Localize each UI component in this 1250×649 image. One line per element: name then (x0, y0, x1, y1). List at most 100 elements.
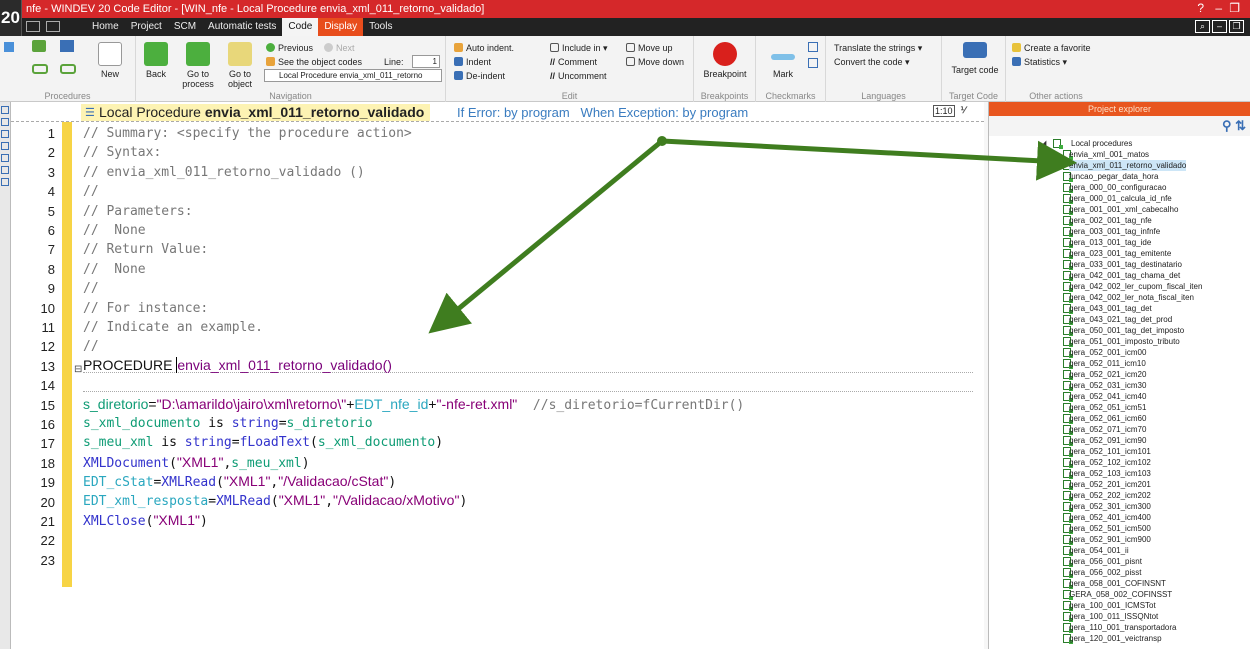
code-line-13[interactable]: PROCEDURE envia_xml_011_retorno_validado… (83, 357, 392, 373)
code-line-20[interactable]: EDT_xml_resposta=XMLRead("XML1","/Valida… (83, 492, 467, 509)
tab-scm[interactable]: SCM (168, 18, 202, 36)
comment-line[interactable]: // (83, 281, 99, 296)
mark-down-icon[interactable] (808, 58, 818, 68)
procedure-icon[interactable] (4, 42, 14, 52)
tree-item[interactable]: gera_013_001_tag_ide (1069, 237, 1151, 248)
comment-line[interactable]: // Indicate an example. (83, 320, 263, 335)
tool-icon[interactable] (1, 178, 9, 186)
tab-project[interactable]: Project (125, 18, 168, 36)
tool-icon[interactable] (1, 142, 9, 150)
tree-item[interactable]: gera_052_301_icm300 (1069, 501, 1151, 512)
tree-item[interactable]: gera_052_001_icm00 (1069, 347, 1146, 358)
fold-icon[interactable]: ⊟ (74, 364, 82, 375)
tree-item[interactable]: gera_033_001_tag_destinatario (1069, 259, 1182, 270)
auto-indent-button[interactable]: Auto indent. (454, 42, 514, 54)
save-icon[interactable] (60, 40, 74, 52)
tree-item[interactable]: gera_052_061_icm60 (1069, 413, 1146, 424)
error-handling[interactable]: If Error: by program When Exception: by … (457, 105, 748, 120)
target-code-button[interactable]: Target code (948, 42, 1002, 75)
sync-icon[interactable]: ⇅ (1235, 118, 1246, 133)
procedure-combo[interactable]: Local Procedure envia_xml_011_retorno (264, 69, 442, 82)
tree-item[interactable]: gera_058_001_COFINSNT (1069, 578, 1166, 589)
parameters-icon[interactable]: ⅟ (961, 105, 966, 117)
tab-automatic-tests[interactable]: Automatic tests (202, 18, 282, 36)
line-field[interactable]: 1 (412, 55, 440, 68)
breakpoint-button[interactable]: Breakpoint (700, 42, 750, 79)
tree-item[interactable]: gera_050_001_tag_det_imposto (1069, 325, 1184, 336)
tab-display[interactable]: Display (318, 18, 364, 36)
tool-icon[interactable] (1, 118, 9, 126)
comment-line[interactable]: // None (83, 223, 146, 238)
global-procedure-icon[interactable] (32, 40, 46, 52)
comment-line[interactable]: // (83, 184, 99, 199)
tool-icon[interactable] (1, 166, 9, 174)
search-icon[interactable]: ⌕ (1195, 20, 1210, 33)
search-icon[interactable]: ⚲ (1222, 118, 1232, 133)
collapse-icon[interactable]: ◢ (1041, 139, 1046, 147)
tool-icon[interactable] (1, 154, 9, 162)
code-line-18[interactable]: XMLDocument("XML1",s_meu_xml) (83, 454, 310, 471)
mdi-restore-icon[interactable]: ❐ (1229, 20, 1244, 33)
comment-line[interactable]: // envia_xml_011_retorno_validado () (83, 165, 365, 180)
tab-code[interactable]: Code (282, 18, 319, 36)
mdi-minimize-icon[interactable]: – (1212, 20, 1227, 33)
tree-item[interactable]: GERA_058_002_COFINSST (1069, 589, 1172, 600)
tree-item[interactable]: gera_001_001_xml_cabecalho (1069, 204, 1178, 215)
code-line-15[interactable]: s_diretorio="D:\amarildo\jairo\xml\retor… (83, 396, 744, 413)
tree-item[interactable]: gera_052_201_icm201 (1069, 479, 1151, 490)
panel-icon[interactable] (46, 21, 60, 32)
set-icon[interactable] (60, 64, 76, 74)
help-icon[interactable]: ? (1197, 2, 1204, 15)
comment-line[interactable]: // None (83, 262, 146, 277)
create-favorite-button[interactable]: Create a favorite (1012, 42, 1091, 54)
tree-item[interactable]: gera_056_001_pisnt (1069, 556, 1142, 567)
code-line-19[interactable]: EDT_cStat=XMLRead("XML1","/Validacao/cSt… (83, 473, 396, 490)
tree-item[interactable]: gera_052_101_icm101 (1069, 446, 1151, 457)
tab-home[interactable]: Home (86, 18, 125, 36)
previous-button[interactable]: Previous (266, 42, 313, 54)
tree-item[interactable]: gera_056_002_pisst (1069, 567, 1142, 578)
tree-item[interactable]: gera_043_001_tag_det (1069, 303, 1152, 314)
code-line-16[interactable]: s_xml_documento is string=s_diretorio (83, 416, 373, 431)
tree-item[interactable]: gera_052_202_icm202 (1069, 490, 1151, 501)
comment-line[interactable]: // Syntax: (83, 145, 161, 160)
tree-item[interactable]: gera_042_002_ler_nota_fiscal_iten (1069, 292, 1194, 303)
tree-root[interactable]: Local procedures (1071, 138, 1132, 149)
new-button[interactable]: New (96, 42, 124, 79)
code-editor[interactable]: ☰ Local Procedure envia_xml_011_retorno_v… (11, 102, 984, 649)
translate-button[interactable]: Translate the strings ▾ (834, 42, 922, 54)
mark-button[interactable]: Mark (768, 42, 798, 79)
tree-item[interactable]: gera_052_501_icm500 (1069, 523, 1151, 534)
tree-item[interactable]: envia_xml_011_retorno_validado (1069, 160, 1187, 171)
tree-item[interactable]: gera_100_011_ISSQNtot (1069, 611, 1158, 622)
tree-item[interactable]: gera_000_00_configuracao (1069, 182, 1166, 193)
indent-button[interactable]: Indent (454, 56, 491, 68)
tree-item[interactable]: gera_043_021_tag_det_prod (1069, 314, 1172, 325)
move-down-button[interactable]: Move down (626, 56, 684, 68)
class-icon[interactable] (32, 64, 48, 74)
include-in-button[interactable]: Include in ▾ (550, 42, 608, 54)
convert-button[interactable]: Convert the code ▾ (834, 56, 910, 68)
tree-item[interactable]: gera_023_001_tag_emitente (1069, 248, 1171, 259)
tree-item[interactable]: gera_054_001_ii (1069, 545, 1129, 556)
statistics-button[interactable]: Statistics ▾ (1012, 56, 1067, 68)
comment-line[interactable]: // Parameters: (83, 204, 193, 219)
comment-line[interactable]: // Return Value: (83, 242, 208, 257)
code-line-21[interactable]: XMLClose("XML1") (83, 512, 208, 529)
tree-item[interactable]: gera_052_031_icm30 (1069, 380, 1146, 391)
tree-item[interactable]: gera_042_002_ler_cupom_fiscal_iten (1069, 281, 1202, 292)
back-button[interactable]: Back (144, 42, 168, 79)
tree-item[interactable]: gera_052_401_icm400 (1069, 512, 1151, 523)
goto-object-button[interactable]: Go to object (224, 42, 256, 89)
goto-process-button[interactable]: Go to process (180, 42, 216, 89)
code-line-17[interactable]: s_meu_xml is string=fLoadText(s_xml_docu… (83, 435, 443, 450)
tool-icon[interactable] (1, 106, 9, 114)
tree-item[interactable]: gera_003_001_tag_infnfe (1069, 226, 1160, 237)
tree-item[interactable]: gera_110_001_transportadora (1069, 622, 1177, 633)
tree-item[interactable]: gera_052_102_icm102 (1069, 457, 1151, 468)
next-button[interactable]: Next (324, 42, 355, 54)
tree-item[interactable]: funcao_pegar_data_hora (1069, 171, 1158, 182)
uncomment-button[interactable]: //Uncomment (550, 70, 607, 82)
tree-item[interactable]: gera_042_001_tag_chama_det (1069, 270, 1180, 281)
tree-item[interactable]: envia_xml_001_matos (1069, 149, 1149, 160)
